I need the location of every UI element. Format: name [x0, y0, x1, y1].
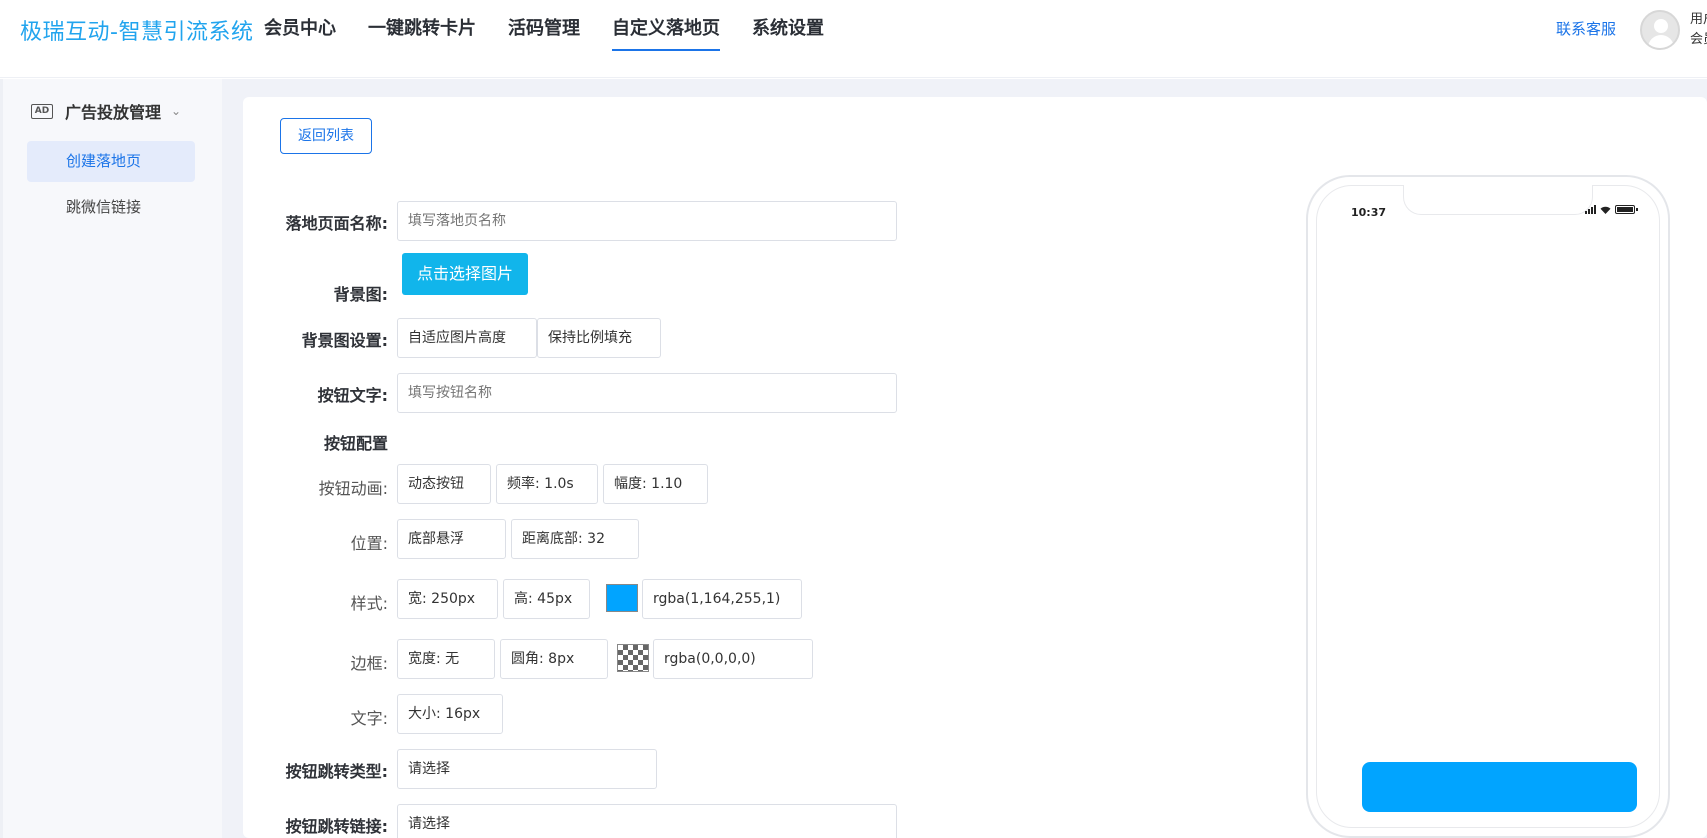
phone-preview: 10:37 — [1306, 175, 1670, 838]
animation-label: 按钮动画: — [318, 479, 388, 498]
bg-setting-adaptive-height[interactable]: 自适应图片高度 — [397, 318, 537, 358]
style-width-input[interactable]: 宽: 250px — [397, 579, 498, 619]
phone-status-bar — [1585, 205, 1638, 214]
jump-type-select[interactable]: 请选择 — [397, 749, 657, 789]
animation-frequency-input[interactable]: 频率: 1.0s — [496, 464, 598, 504]
sidebar-group-ad-management[interactable]: AD 广告投放管理 ⌄ — [31, 99, 181, 123]
sidebar: AD 广告投放管理 ⌄ 创建落地页 跳微信链接 — [0, 79, 222, 838]
ad-icon: AD — [31, 103, 53, 119]
contact-support-link[interactable]: 联系客服 — [1556, 18, 1616, 39]
style-color-input[interactable]: rgba(1,164,255,1) — [642, 579, 802, 619]
position-type-select[interactable]: 底部悬浮 — [397, 519, 506, 559]
wifi-icon — [1600, 206, 1611, 214]
nav-item-jump-card[interactable]: 一键跳转卡片 — [368, 0, 476, 58]
bg-setting-keep-ratio[interactable]: 保持比例填充 — [537, 318, 661, 358]
user-info[interactable]: 用户 会员 — [1690, 10, 1707, 50]
border-color-swatch[interactable] — [617, 644, 649, 672]
signal-icon — [1585, 205, 1596, 214]
avatar-head-icon — [1654, 19, 1668, 33]
style-height-input[interactable]: 高: 45px — [503, 579, 590, 619]
user-level: 会员 — [1690, 32, 1707, 47]
position-distance-input[interactable]: 距离底部: 32 — [511, 519, 639, 559]
button-text-input[interactable] — [397, 373, 897, 413]
style-label: 样式: — [350, 594, 388, 613]
preview-action-button[interactable] — [1362, 762, 1637, 812]
position-label: 位置: — [350, 534, 388, 553]
background-label: 背景图: — [333, 285, 388, 304]
button-text-label: 按钮文字: — [317, 386, 388, 405]
back-to-list-button[interactable]: 返回列表 — [280, 118, 372, 154]
nav-item-custom-landing[interactable]: 自定义落地页 — [612, 0, 720, 58]
phone-notch — [1403, 185, 1593, 215]
jump-link-label: 按钮跳转链接: — [285, 817, 388, 836]
text-style-label: 文字: — [350, 709, 388, 728]
border-color-input[interactable]: rgba(0,0,0,0) — [653, 639, 813, 679]
border-radius-input[interactable]: 圆角: 8px — [500, 639, 608, 679]
jump-type-label: 按钮跳转类型: — [285, 762, 388, 781]
select-image-button[interactable]: 点击选择图片 — [402, 253, 528, 295]
nav-item-live-code[interactable]: 活码管理 — [508, 0, 580, 58]
animation-type-select[interactable]: 动态按钮 — [397, 464, 491, 504]
avatar[interactable] — [1640, 10, 1680, 50]
top-header: 极瑞互动-智慧引流系统 会员中心 一键跳转卡片 活码管理 自定义落地页 系统设置… — [0, 0, 1707, 78]
user-name: 用户 — [1690, 12, 1707, 27]
phone-time: 10:37 — [1351, 206, 1387, 219]
border-width-input[interactable]: 宽度: 无 — [397, 639, 495, 679]
sidebar-group-label: 广告投放管理 — [65, 103, 162, 122]
app-logo[interactable]: 极瑞互动-智慧引流系统 — [20, 14, 253, 46]
sidebar-item-create-landing[interactable]: 创建落地页 — [27, 141, 195, 182]
sidebar-item-wechat-link[interactable]: 跳微信链接 — [27, 187, 195, 228]
avatar-body-icon — [1648, 35, 1674, 48]
nav-item-member-center[interactable]: 会员中心 — [264, 0, 336, 58]
button-config-heading: 按钮配置 — [323, 434, 388, 453]
border-label: 边框: — [350, 654, 388, 673]
background-settings-label: 背景图设置: — [301, 331, 388, 350]
animation-amplitude-input[interactable]: 幅度: 1.10 — [603, 464, 708, 504]
phone-screen: 10:37 — [1316, 185, 1660, 828]
battery-icon — [1615, 205, 1638, 214]
text-size-input[interactable]: 大小: 16px — [397, 694, 503, 734]
main-nav: 会员中心 一键跳转卡片 活码管理 自定义落地页 系统设置 — [264, 0, 856, 58]
page-name-input[interactable] — [397, 201, 897, 241]
jump-link-select[interactable]: 请选择 — [397, 804, 897, 838]
nav-item-settings[interactable]: 系统设置 — [752, 0, 824, 58]
chevron-down-icon: ⌄ — [171, 104, 182, 118]
page-name-label: 落地页面名称: — [285, 214, 388, 233]
style-color-swatch[interactable] — [606, 584, 638, 612]
